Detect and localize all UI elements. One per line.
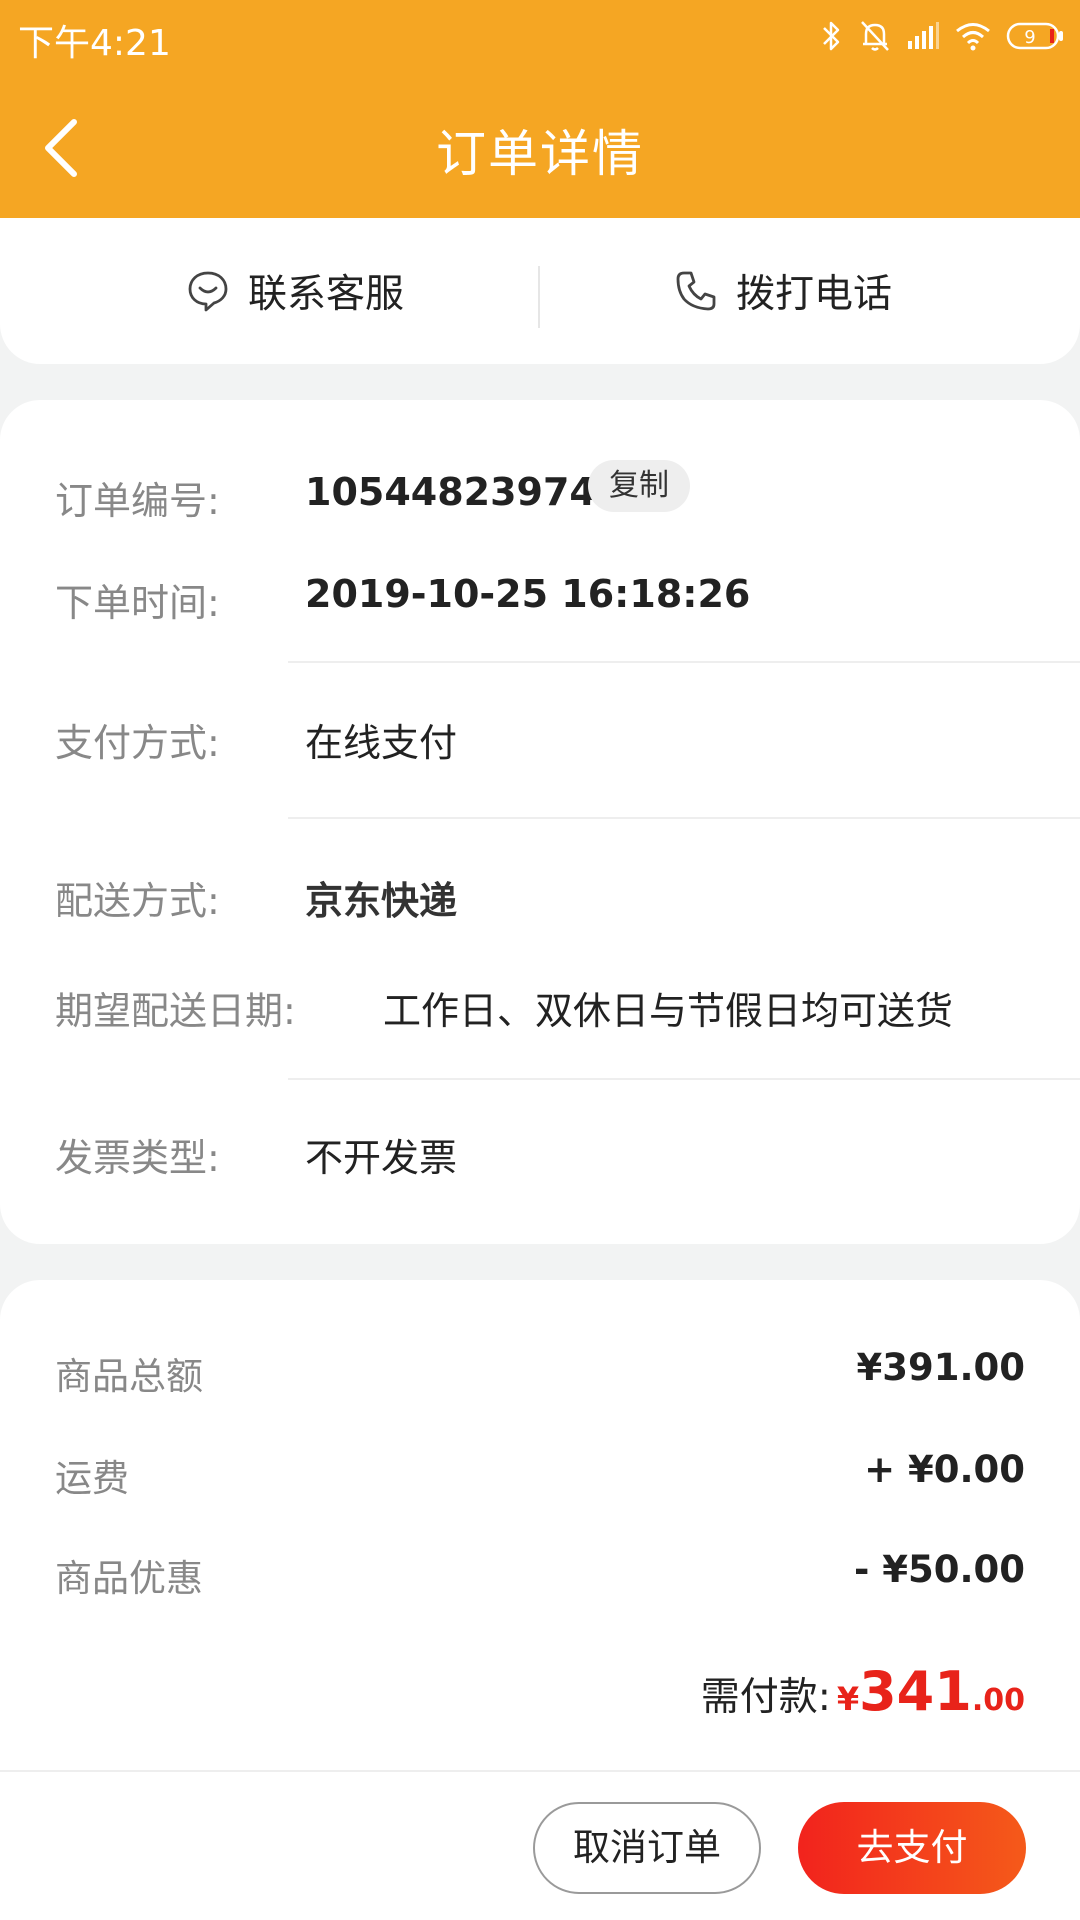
contact-card: 联系客服 拨打电话 [0, 218, 1080, 364]
call-button[interactable]: 拨打电话 [674, 258, 892, 324]
divider [288, 661, 1080, 663]
mute-bell-icon [858, 18, 892, 54]
amount-due-integer: 341 [859, 1660, 972, 1723]
call-label: 拨打电话 [736, 272, 893, 317]
contact-service-button[interactable]: 联系客服 [186, 258, 404, 324]
shipping-label: 运费 [55, 1457, 129, 1500]
payment-label: 支付方式: [55, 721, 220, 765]
discount-label: 商品优惠 [55, 1557, 203, 1600]
order-number-value: 105448239748 [305, 470, 623, 514]
phone-icon [676, 271, 716, 311]
bottom-action-bar: 取消订单 去支付 [0, 1770, 1080, 1920]
invoice-value: 不开发票 [305, 1136, 458, 1180]
status-bar: 下午4:21 9 [0, 0, 1080, 74]
divider [288, 1078, 1080, 1080]
header: 订单详情 [0, 74, 1080, 218]
expected-date-label: 期望配送日期: [55, 989, 296, 1033]
delivery-value: 京东快递 [305, 879, 458, 923]
status-icons: 9 [820, 16, 1064, 56]
payment-value: 在线支付 [305, 721, 458, 765]
order-time-label: 下单时间: [55, 581, 220, 625]
amount-due: 需付款: ¥ 341 .00 [701, 1660, 1025, 1723]
divider [288, 817, 1080, 819]
goods-total-value: ¥391.00 [856, 1346, 1025, 1389]
battery-level: 9 [1024, 27, 1035, 48]
totals-card: 商品总额 ¥391.00 运费 + ¥0.00 商品优惠 - ¥50.00 需付… [0, 1280, 1080, 1770]
invoice-label: 发票类型: [55, 1136, 220, 1180]
amount-due-label: 需付款: [700, 1675, 831, 1720]
order-number-label: 订单编号: [55, 479, 220, 523]
signal-icon [906, 21, 940, 51]
wifi-icon [954, 20, 992, 52]
amount-due-currency: ¥ [836, 1680, 860, 1718]
expected-date-value: 工作日、双休日与节假日均可送货 [383, 989, 954, 1033]
order-info-card: 订单编号: 105448239748 复制 下单时间: 2019-10-25 1… [0, 400, 1080, 1244]
top-bar: 下午4:21 9 订单详情 [0, 0, 1080, 218]
contact-service-label: 联系客服 [248, 272, 405, 317]
cancel-order-button[interactable]: 取消订单 [533, 1802, 761, 1894]
page-title: 订单详情 [436, 125, 644, 183]
order-time-value: 2019-10-25 16:18:26 [305, 572, 751, 616]
contact-divider [538, 266, 540, 328]
amount-due-decimal: .00 [971, 1683, 1025, 1718]
chat-bubble-icon [188, 271, 228, 312]
bluetooth-icon [820, 18, 844, 54]
shipping-value: + ¥0.00 [864, 1448, 1025, 1491]
delivery-label: 配送方式: [55, 879, 220, 923]
status-time: 下午4:21 [18, 23, 171, 64]
copy-button[interactable]: 复制 [588, 460, 690, 512]
pay-button[interactable]: 去支付 [798, 1802, 1026, 1894]
goods-total-label: 商品总额 [55, 1355, 203, 1398]
battery-icon: 9 [1006, 21, 1064, 51]
discount-value: - ¥50.00 [853, 1548, 1025, 1591]
